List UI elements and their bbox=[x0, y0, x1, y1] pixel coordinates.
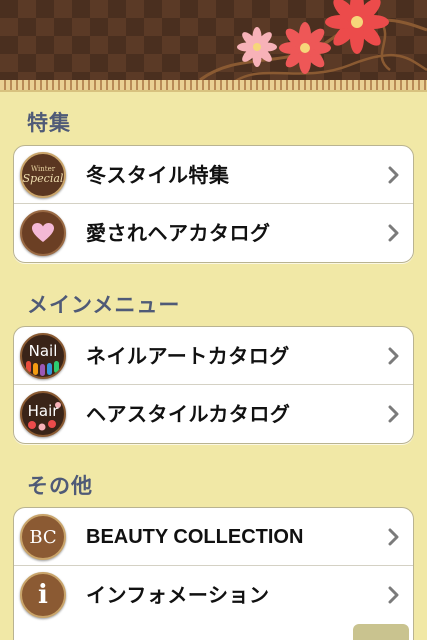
menu-item-label: 冬スタイル特集 bbox=[86, 163, 230, 187]
menu-item-beauty-collection[interactable]: BC BEAUTY COLLECTION bbox=[14, 508, 413, 566]
menu-item-nail-art-catalog[interactable]: Nail ネイルアートカタログ bbox=[14, 327, 413, 385]
heart-shape bbox=[32, 223, 54, 242]
chevron-right-icon bbox=[388, 166, 399, 184]
menu-item-label: 愛されヘアカタログ bbox=[86, 221, 271, 245]
beauty-collection-icon-text: BC bbox=[29, 526, 57, 548]
heart-icon bbox=[20, 210, 66, 256]
section-title-main-menu: メインメニュー bbox=[27, 293, 181, 317]
menu-item-label: インフォメーション bbox=[86, 583, 270, 607]
other-group: BC BEAUTY COLLECTION i インフォメーション bbox=[13, 507, 414, 640]
banner-lace-trim bbox=[0, 80, 427, 92]
hair-icon: Hair bbox=[20, 391, 66, 437]
main-menu-group: Nail ネイルアートカタログ Hair ヘアスタイルカタログ bbox=[13, 326, 414, 444]
beauty-collection-icon: BC bbox=[20, 514, 66, 560]
section-title-features: 特集 bbox=[27, 111, 71, 135]
header-banner bbox=[0, 0, 427, 92]
menu-item-label: BEAUTY COLLECTION bbox=[86, 526, 304, 548]
chevron-right-icon bbox=[388, 405, 399, 423]
chevron-right-icon bbox=[388, 586, 399, 604]
menu-item-information[interactable]: i インフォメーション bbox=[14, 566, 413, 624]
menu-item-label: ヘアスタイルカタログ bbox=[86, 402, 291, 426]
bottom-edge-tab bbox=[353, 624, 409, 640]
information-icon: i bbox=[20, 572, 66, 618]
section-title-other: その他 bbox=[27, 474, 93, 498]
menu-item-winter-special[interactable]: Winter Special 冬スタイル特集 bbox=[14, 146, 413, 204]
winter-special-icon: Winter Special bbox=[20, 152, 66, 198]
winter-special-icon-text: Special bbox=[22, 172, 64, 185]
chevron-right-icon bbox=[388, 224, 399, 242]
features-group: Winter Special 冬スタイル特集 愛されヘアカタログ bbox=[13, 145, 414, 263]
chevron-right-icon bbox=[388, 528, 399, 546]
information-icon-text: i bbox=[38, 580, 48, 610]
nail-icon-text: Nail bbox=[28, 342, 58, 360]
hair-icon-text: Hair bbox=[27, 402, 59, 420]
nail-icon: Nail bbox=[20, 333, 66, 379]
flower-decoration bbox=[199, 0, 427, 86]
menu-item-label: ネイルアートカタログ bbox=[86, 344, 290, 368]
menu-item-beloved-hair-catalog[interactable]: 愛されヘアカタログ bbox=[14, 204, 413, 262]
menu-item-hairstyle-catalog[interactable]: Hair ヘアスタイルカタログ bbox=[14, 385, 413, 443]
chevron-right-icon bbox=[388, 347, 399, 365]
